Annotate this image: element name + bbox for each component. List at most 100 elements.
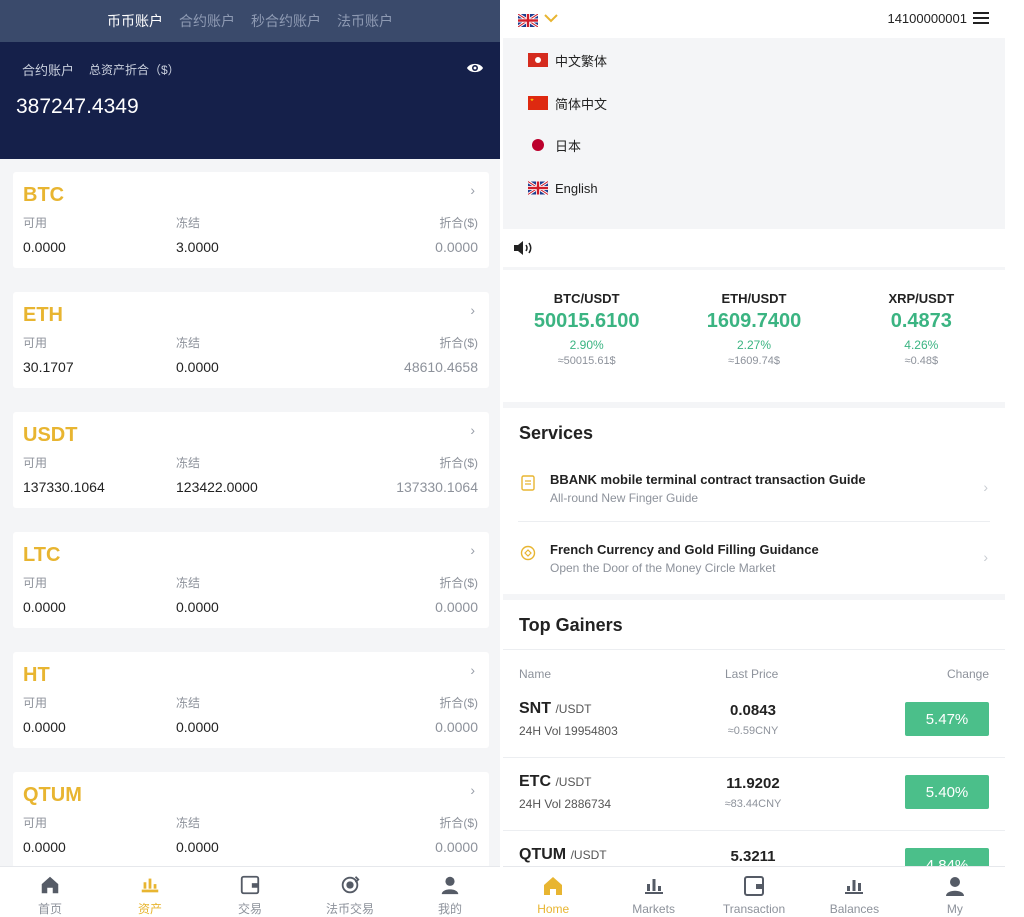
announcement-bar[interactable] xyxy=(503,229,1005,267)
nav-item-2[interactable]: 资产 xyxy=(100,867,200,917)
nav-item-3[interactable]: Transaction xyxy=(704,867,804,917)
chevron-right-icon: › xyxy=(983,549,988,565)
nav-item-4[interactable]: 法币交易 xyxy=(300,867,400,917)
ticker-pair: ETH/USDT xyxy=(721,291,787,306)
column-header-change: Change xyxy=(946,667,989,681)
ticker-xrp-usdt[interactable]: XRP/USDT 0.4873 4.26% ≈0.48$ xyxy=(838,270,1005,402)
gainer-change-badge[interactable]: 5.40% xyxy=(905,775,989,809)
nav-label: Transaction xyxy=(722,902,786,916)
language-option-english[interactable]: English xyxy=(528,178,598,198)
eye-icon[interactable] xyxy=(466,61,484,75)
language-label: 中文繁体 xyxy=(555,53,608,69)
tab-fiat-account[interactable]: 法币账户 xyxy=(329,11,401,31)
frozen-label: 冻结 xyxy=(176,576,201,590)
nav-item-5[interactable]: 我的 xyxy=(400,867,500,917)
user-icon xyxy=(441,876,459,895)
nav-item-1[interactable]: Home xyxy=(503,867,603,917)
service-item-fiat-guide[interactable]: French Currency and Gold Filling Guidanc… xyxy=(518,539,988,599)
japan-flag-icon xyxy=(532,139,544,151)
ticker-price: 50015.6100 xyxy=(533,310,640,332)
tab-second-contract-account[interactable]: 秒合约账户 xyxy=(243,11,329,31)
gainer-row-etc[interactable]: ETC /USDT 24H Vol 2886734 11.9202 ≈83.44CNY… xyxy=(503,773,1005,847)
divider xyxy=(503,757,1005,758)
frozen-label: 冻结 xyxy=(176,456,201,470)
gainer-row-qtum[interactable]: QTUM /USDT 5.3211 4.84% xyxy=(503,846,1005,866)
gainer-change-badge[interactable]: 5.47% xyxy=(905,702,989,736)
frozen-label: 冻结 xyxy=(176,696,201,710)
speaker-icon xyxy=(514,241,532,255)
language-option-traditional-chinese[interactable]: 中文繁体 xyxy=(528,50,607,70)
document-icon xyxy=(521,475,535,491)
tab-spot-account[interactable]: 币币账户 xyxy=(99,11,171,31)
asset-card-qtum[interactable]: QTUM › 可用 冻结 折合($) 0.0000 0.0000 0.0000 xyxy=(13,772,489,868)
tab-contract-account[interactable]: 合约账户 xyxy=(171,11,243,31)
asset-card-btc[interactable]: BTC › 可用 冻结 折合($) 0.0000 3.0000 0.0000 xyxy=(13,172,489,268)
converted-label: 折合($) xyxy=(439,576,478,590)
ticker-pair: XRP/USDT xyxy=(888,291,955,306)
services-title: Services xyxy=(519,423,594,443)
available-label: 可用 xyxy=(23,816,48,830)
chevron-down-icon[interactable] xyxy=(544,8,558,28)
ticker-pair: BTC/USDT xyxy=(553,291,620,306)
language-selector[interactable] xyxy=(518,12,538,30)
nav-item-2[interactable]: Markets xyxy=(603,867,703,917)
converted-value: 0.0000 xyxy=(435,839,478,855)
asset-symbol: USDT xyxy=(23,424,78,446)
converted-value: 0.0000 xyxy=(435,239,478,255)
gainer-volume: 24H Vol 2886734 xyxy=(519,797,612,811)
chevron-right-icon: › xyxy=(470,422,475,438)
wallet-icon xyxy=(744,876,765,896)
asset-symbol: QTUM xyxy=(23,784,82,806)
nav-label: 交易 xyxy=(237,902,262,916)
gainer-price: 0.0843 xyxy=(730,702,776,719)
markets-icon xyxy=(644,879,663,894)
service-subtitle: Open the Door of the Money Circle Market xyxy=(550,561,776,575)
available-value: 0.0000 xyxy=(23,719,66,735)
asset-summary: 合约账户 总资产折合（$） 387247.4349 xyxy=(0,42,500,159)
asset-card-usdt[interactable]: USDT › 可用 冻结 折合($) 137330.1064 123422.0000 1373… xyxy=(13,412,489,508)
asset-symbol: LTC xyxy=(23,544,61,566)
page-margin xyxy=(1005,0,1024,917)
gainer-volume: 24H Vol 19954803 xyxy=(519,724,618,738)
language-option-japanese[interactable]: 日本 xyxy=(528,135,581,155)
ticker-approx: ≈1609.74$ xyxy=(728,355,780,367)
asset-card-eth[interactable]: ETH › 可用 冻结 折合($) 30.1707 0.0000 48610.4658 xyxy=(13,292,489,388)
available-value: 0.0000 xyxy=(23,599,66,615)
asset-card-ltc[interactable]: LTC › 可用 冻结 折合($) 0.0000 0.0000 0.0000 xyxy=(13,532,489,628)
services-section: Services BBANK mobile terminal contract … xyxy=(503,408,1005,594)
service-item-contract-guide[interactable]: BBANK mobile terminal contract transacti… xyxy=(518,469,988,529)
divider xyxy=(518,521,990,522)
column-header-price: Last Price xyxy=(725,667,779,681)
frozen-value: 0.0000 xyxy=(176,839,219,855)
nav-label: 资产 xyxy=(137,902,162,916)
asset-list: BTC › 可用 冻结 折合($) 0.0000 3.0000 0.0000 ETH › 可用 冻结折… xyxy=(13,172,489,892)
nav-label: Home xyxy=(537,902,570,916)
ticker-eth-usdt[interactable]: ETH/USDT 1609.7400 2.27% ≈1609.74$ xyxy=(670,270,837,402)
gainer-symbol: QTUM /USDT xyxy=(519,846,607,863)
service-subtitle: All-round New Finger Guide xyxy=(550,491,699,505)
hongkong-flag-icon xyxy=(528,53,548,67)
nav-label: Balances xyxy=(829,902,880,916)
chevron-right-icon: › xyxy=(983,479,988,495)
home-icon xyxy=(544,877,563,895)
converted-label: 折合($) xyxy=(439,696,478,710)
fiat-icon xyxy=(341,876,360,894)
gainer-change-badge[interactable]: 4.84% xyxy=(905,848,989,866)
converted-value: 0.0000 xyxy=(435,599,478,615)
gainer-row-snt[interactable]: SNT /USDT 24H Vol 19954803 0.0843 ≈0.59CNY 5… xyxy=(503,700,1005,774)
frozen-label: 冻结 xyxy=(176,216,201,230)
nav-label: 法币交易 xyxy=(325,902,374,916)
nav-item-4[interactable]: Balances xyxy=(804,867,904,917)
gainer-symbol: ETC /USDT xyxy=(519,773,592,790)
asset-symbol: BTC xyxy=(23,184,65,206)
language-option-simplified-chinese[interactable]: 简体中文 xyxy=(528,93,607,113)
nav-item-1[interactable]: 首页 xyxy=(0,867,100,917)
summary-total-label: 总资产折合（$） xyxy=(89,63,180,77)
menu-icon[interactable] xyxy=(973,12,989,25)
ticker-btc-usdt[interactable]: BTC/USDT 50015.6100 2.90% ≈50015.61$ xyxy=(503,270,670,402)
nav-item-3[interactable]: 交易 xyxy=(200,867,300,917)
asset-card-ht[interactable]: HT › 可用 冻结 折合($) 0.0000 0.0000 0.0000 xyxy=(13,652,489,748)
ticker-panel: BTC/USDT 50015.6100 2.90% ≈50015.61$ ETH… xyxy=(503,270,1005,402)
language-label: 日本 xyxy=(555,138,582,154)
nav-item-5[interactable]: My xyxy=(905,867,1005,917)
